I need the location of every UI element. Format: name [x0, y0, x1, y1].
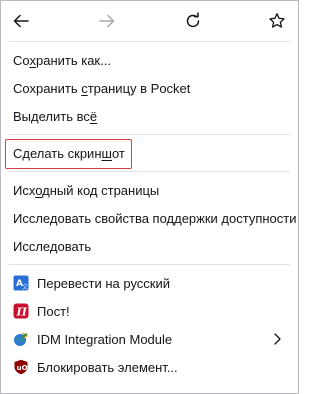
menu-item-block-element[interactable]: uO Блокировать элемент...	[1, 353, 298, 381]
svg-text:uO: uO	[17, 364, 28, 372]
label-part: ранить как...	[35, 52, 111, 68]
menu-item-inspect[interactable]: Исследовать	[1, 232, 298, 260]
label-part: от	[111, 145, 125, 161]
menu-item-save-as[interactable]: Сохранить как...	[1, 46, 298, 74]
menu-item-label: Пост!	[37, 303, 70, 319]
menu-item-take-screenshot[interactable]: Сделать скриншот	[1, 139, 298, 167]
access-key: ё	[89, 108, 98, 124]
bookmark-button[interactable]	[261, 5, 293, 37]
label-part: овать	[57, 238, 92, 254]
idm-globe-icon	[13, 331, 29, 347]
menu-item-translate[interactable]: A 文 Перевести на русский	[1, 269, 298, 297]
label-part: траницу в Pocket	[87, 80, 191, 96]
arrow-right-icon	[99, 14, 115, 28]
access-key: ш	[101, 145, 112, 161]
label-part: Исх	[13, 182, 36, 198]
ublock-origin-icon: uO	[13, 359, 29, 375]
label-part: дный код страницы	[42, 182, 160, 198]
menu-item-label: Выделить всё	[13, 110, 97, 123]
context-menu: Сохранить как... Сохранить страницу в Po…	[0, 0, 299, 394]
reload-button[interactable]	[177, 5, 209, 37]
reload-icon	[186, 12, 200, 28]
svg-text:П: П	[16, 306, 28, 319]
menu-item-label: Блокировать элемент...	[37, 359, 178, 375]
menu-item-idm-integration[interactable]: IDM Integration Module	[1, 325, 298, 353]
translate-icon: A 文	[13, 275, 29, 291]
menu-item-view-source[interactable]: Исходный код страницы	[1, 176, 298, 204]
menu-item-select-all[interactable]: Выделить всё	[1, 102, 298, 130]
menu-item-label: Сделать скриншот	[13, 147, 125, 160]
forward-button[interactable]	[91, 5, 123, 37]
menu-item-label: Исследовать свойства поддержки доступнос…	[13, 212, 297, 225]
star-icon	[269, 13, 285, 28]
label-part: Иссле	[13, 238, 50, 254]
menu-item-post[interactable]: П Пост!	[1, 297, 298, 325]
menu-item-save-to-pocket[interactable]: Сохранить страницу в Pocket	[1, 74, 298, 102]
menu-item-label: Сохранить страницу в Pocket	[13, 82, 190, 95]
label-part: Исследовать свойства поддержки доступнос…	[13, 210, 297, 226]
navigation-toolbar	[1, 1, 298, 41]
menu-item-label: Исходный код страницы	[13, 184, 159, 197]
menu-item-label: Сохранить как...	[13, 54, 111, 67]
label-part: Со	[13, 52, 30, 68]
menu-item-label: Исследовать	[13, 240, 91, 253]
arrow-left-icon	[13, 14, 29, 28]
menu-item-label: IDM Integration Module	[37, 331, 173, 347]
back-button[interactable]	[5, 5, 37, 37]
label-part: Сохранить	[13, 80, 82, 96]
label-part: Сделать скрин	[13, 145, 102, 161]
chevron-right-icon	[270, 332, 284, 348]
menu-item-label: Перевести на русский	[37, 275, 171, 291]
svg-text:文: 文	[22, 283, 28, 291]
menu-item-inspect-accessibility[interactable]: Исследовать свойства поддержки доступнос…	[1, 204, 298, 232]
pocket-post-icon: П	[13, 303, 29, 319]
label-part: Выделить вс	[13, 108, 90, 124]
